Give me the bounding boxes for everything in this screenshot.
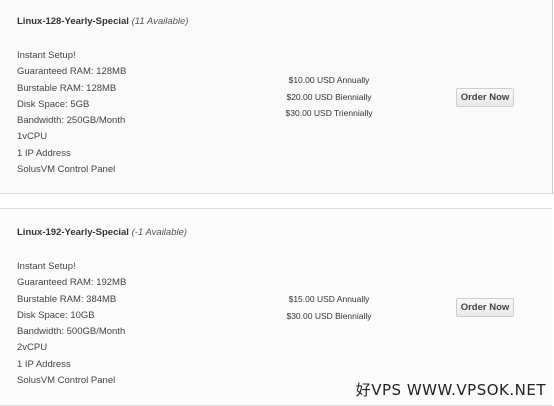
product-name: Linux-192-Yearly-Special	[17, 227, 129, 238]
product-availability: (-1 Available)	[131, 227, 188, 238]
pricing-list: $10.00 USD Annually $20.00 USD Bienniall…	[260, 72, 398, 122]
feature-item: 1vCPU	[17, 131, 48, 143]
section-divider	[0, 194, 554, 208]
price-option: $15.00 USD Annually	[288, 294, 370, 304]
product-card: Linux-192-Yearly-Special (-1 Available) …	[0, 208, 552, 406]
product-availability: (11 Available)	[131, 16, 189, 27]
product-name: Linux-128-Yearly-Special	[17, 16, 129, 27]
product-card: Linux-128-Yearly-Special (11 Available) …	[0, 0, 553, 194]
feature-item: 1 IP Address	[17, 358, 71, 370]
feature-item: Instant Setup!	[17, 50, 76, 61]
product-title: Linux-192-Yearly-Special (-1 Available)	[17, 227, 187, 238]
feature-item: Bandwidth: 250GB/Month	[17, 115, 126, 127]
watermark: 好VPS WWW.VPSOK.NET	[355, 381, 546, 399]
feature-list: Instant Setup! Guaranteed RAM: 128MB Bur…	[17, 48, 126, 178]
feature-item: SolusVM Control Panel	[17, 164, 116, 176]
feature-item: SolusVM Control Panel	[17, 375, 116, 387]
feature-item: Burstable RAM: 128MB	[17, 82, 117, 94]
feature-item: Disk Space: 10GB	[17, 309, 95, 321]
feature-item: 2vCPU	[17, 342, 48, 354]
feature-item: Burstable RAM: 384MB	[17, 293, 117, 305]
feature-item: Bandwidth: 500GB/Month	[17, 326, 126, 338]
product-title: Linux-128-Yearly-Special (11 Available)	[17, 16, 188, 27]
price-option: $30.00 USD Biennially	[286, 310, 372, 321]
feature-item: Instant Setup!	[17, 261, 76, 272]
pricing-list: $15.00 USD Annually $30.00 USD Bienniall…	[260, 291, 398, 324]
feature-item: Guaranteed RAM: 128MB	[17, 66, 127, 78]
order-now-button[interactable]: Order Now	[456, 298, 514, 317]
feature-item: 1 IP Address	[17, 147, 71, 159]
feature-list: Instant Setup! Guaranteed RAM: 192MB Bur…	[17, 259, 126, 389]
order-now-button[interactable]: Order Now	[456, 88, 514, 107]
feature-item: Disk Space: 5GB	[17, 98, 90, 110]
feature-item: Guaranteed RAM: 192MB	[17, 277, 127, 289]
price-option: $30.00 USD Triennially	[285, 108, 373, 118]
price-option: $20.00 USD Biennially	[286, 91, 372, 102]
price-option: $10.00 USD Annually	[288, 75, 370, 85]
